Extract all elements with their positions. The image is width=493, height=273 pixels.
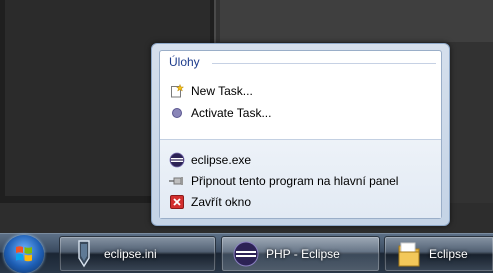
app-pin-to-taskbar-label: Připnout tento program na hlavní panel [191,174,399,188]
app-close-window-label: Zavřít okno [191,195,252,209]
task-activate-task[interactable]: Activate Task... [165,103,437,123]
taskbar-button-php-eclipse[interactable]: PHP - Eclipse [221,236,380,272]
app-launch-eclipse[interactable]: eclipse.exe [165,150,437,170]
taskbar: eclipse.ini PHP - Eclipse Eclipse [0,233,493,273]
app-close-window[interactable]: Zavřít okno [165,192,437,212]
start-button[interactable] [4,235,44,273]
task-activate-task-label: Activate Task... [191,106,272,120]
close-window-icon [169,194,185,210]
category-title-tasks: Úlohy [169,55,200,69]
new-task-icon [169,83,185,99]
eclipse-icon [232,240,260,268]
category-divider [212,63,436,64]
taskbar-button-php-eclipse-label: PHP - Eclipse [266,247,340,261]
taskbar-button-eclipse-ini[interactable]: eclipse.ini [59,236,216,272]
taskbar-button-eclipse-ini-label: eclipse.ini [104,247,157,261]
taskbar-button-eclipse-folder-label: Eclipse [429,247,468,261]
task-new-task-label: New Task... [191,84,253,98]
folder-icon [395,240,423,268]
app-launch-eclipse-label: eclipse.exe [191,153,252,167]
eclipse-icon [169,152,185,168]
activate-task-icon [169,105,185,121]
windows-logo-icon [16,246,32,262]
pin-icon [169,173,185,189]
app-pin-to-taskbar[interactable]: Připnout tento program na hlavní panel [165,171,437,191]
background-window-right-header [220,0,493,42]
jump-list-app-section: eclipse.exe Připnout tento program na hl… [160,139,441,218]
pen-document-icon [70,240,98,268]
jump-list-content: Úlohy New Task... Activate Task... eclip… [159,50,442,219]
jump-list-popup: Úlohy New Task... Activate Task... eclip… [151,43,450,226]
taskbar-button-eclipse-folder[interactable]: Eclipse [384,236,493,272]
task-new-task[interactable]: New Task... [165,81,437,101]
